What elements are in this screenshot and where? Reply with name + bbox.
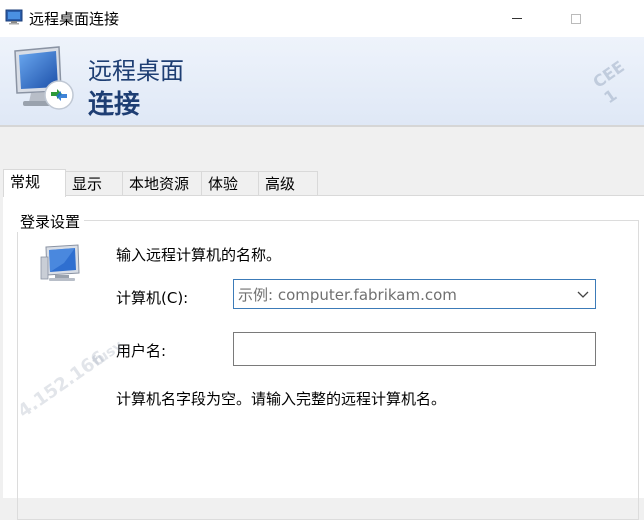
remote-desktop-icon [5,9,23,25]
chevron-down-icon[interactable] [576,287,590,301]
login-settings-group [17,220,639,520]
title-bar: 远程桌面连接 [0,0,644,37]
maximize-button[interactable] [553,0,599,37]
tab-advanced[interactable]: 高级 [258,171,318,195]
tab-label: 显示 [72,175,103,193]
group-label: 登录设置 [16,211,85,232]
banner-title-line1: 远程桌面 [88,57,184,85]
computer-input[interactable] [234,280,570,310]
minimize-button[interactable] [494,0,540,37]
computer-combobox[interactable] [233,279,596,310]
tab-general[interactable]: 常规 [3,169,66,197]
tab-label: 体验 [208,175,239,193]
tab-local-resources[interactable]: 本地资源 [122,171,202,195]
banner-divider [0,125,644,127]
tab-display[interactable]: 显示 [65,171,123,195]
tab-label: 本地资源 [129,175,190,193]
header-banner: 远程桌面 连接 CEE 1 n [0,37,644,125]
tab-label: 高级 [265,175,296,193]
username-input[interactable] [233,332,596,366]
tab-panel-general: 登录设置 输入远程计算机的名称。 计算机(C): 用户名: 计算机名字段为空。请… [3,196,644,520]
instruction-text: 输入远程计算机的名称。 [116,246,282,264]
maximize-icon [571,13,581,24]
minimize-icon [512,18,522,19]
computer-label: 计算机(C): [116,289,189,307]
tab-experience[interactable]: 体验 [201,171,259,195]
tab-label: 常规 [10,173,41,191]
watermark-text: CEE 1 [589,56,628,108]
status-message: 计算机名字段为空。请输入完整的远程计算机名。 [116,390,447,408]
banner-title-line2: 连接 [88,90,141,120]
window-title: 远程桌面连接 [29,10,120,28]
computer-icon [40,244,80,281]
remote-desktop-logo-icon [14,46,74,110]
